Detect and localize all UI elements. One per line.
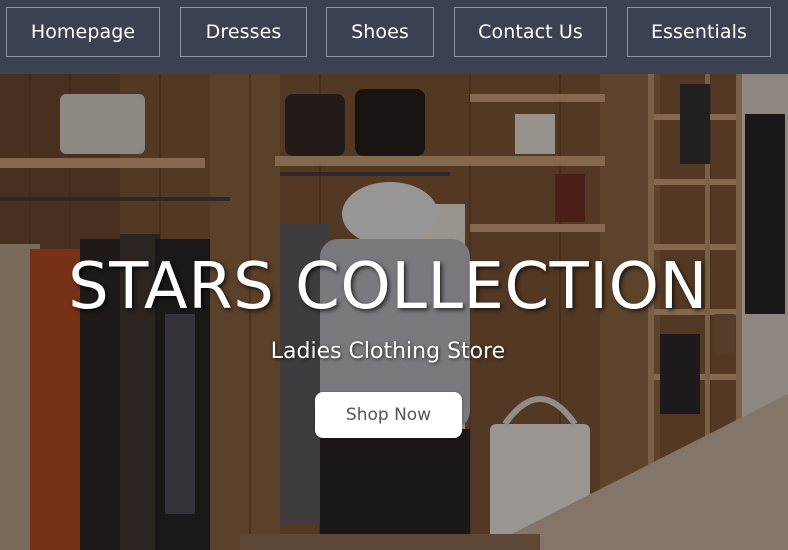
nav-item-essentials[interactable]: Essentials: [627, 7, 771, 57]
shop-now-button[interactable]: Shop Now: [315, 392, 462, 438]
nav-item-shoes[interactable]: Shoes: [326, 7, 434, 57]
nav-item-contact-us[interactable]: Contact Us: [454, 7, 607, 57]
hero-subtitle: Ladies Clothing Store: [270, 339, 506, 364]
top-navigation: Homepage Dresses Shoes Contact Us Essent…: [0, 0, 788, 74]
hero-title: STARS COLLECTION: [68, 250, 708, 324]
nav-item-dresses[interactable]: Dresses: [180, 7, 307, 57]
hero-banner: STARS COLLECTION Ladies Clothing Store S…: [0, 74, 788, 550]
nav-item-homepage[interactable]: Homepage: [6, 7, 160, 57]
